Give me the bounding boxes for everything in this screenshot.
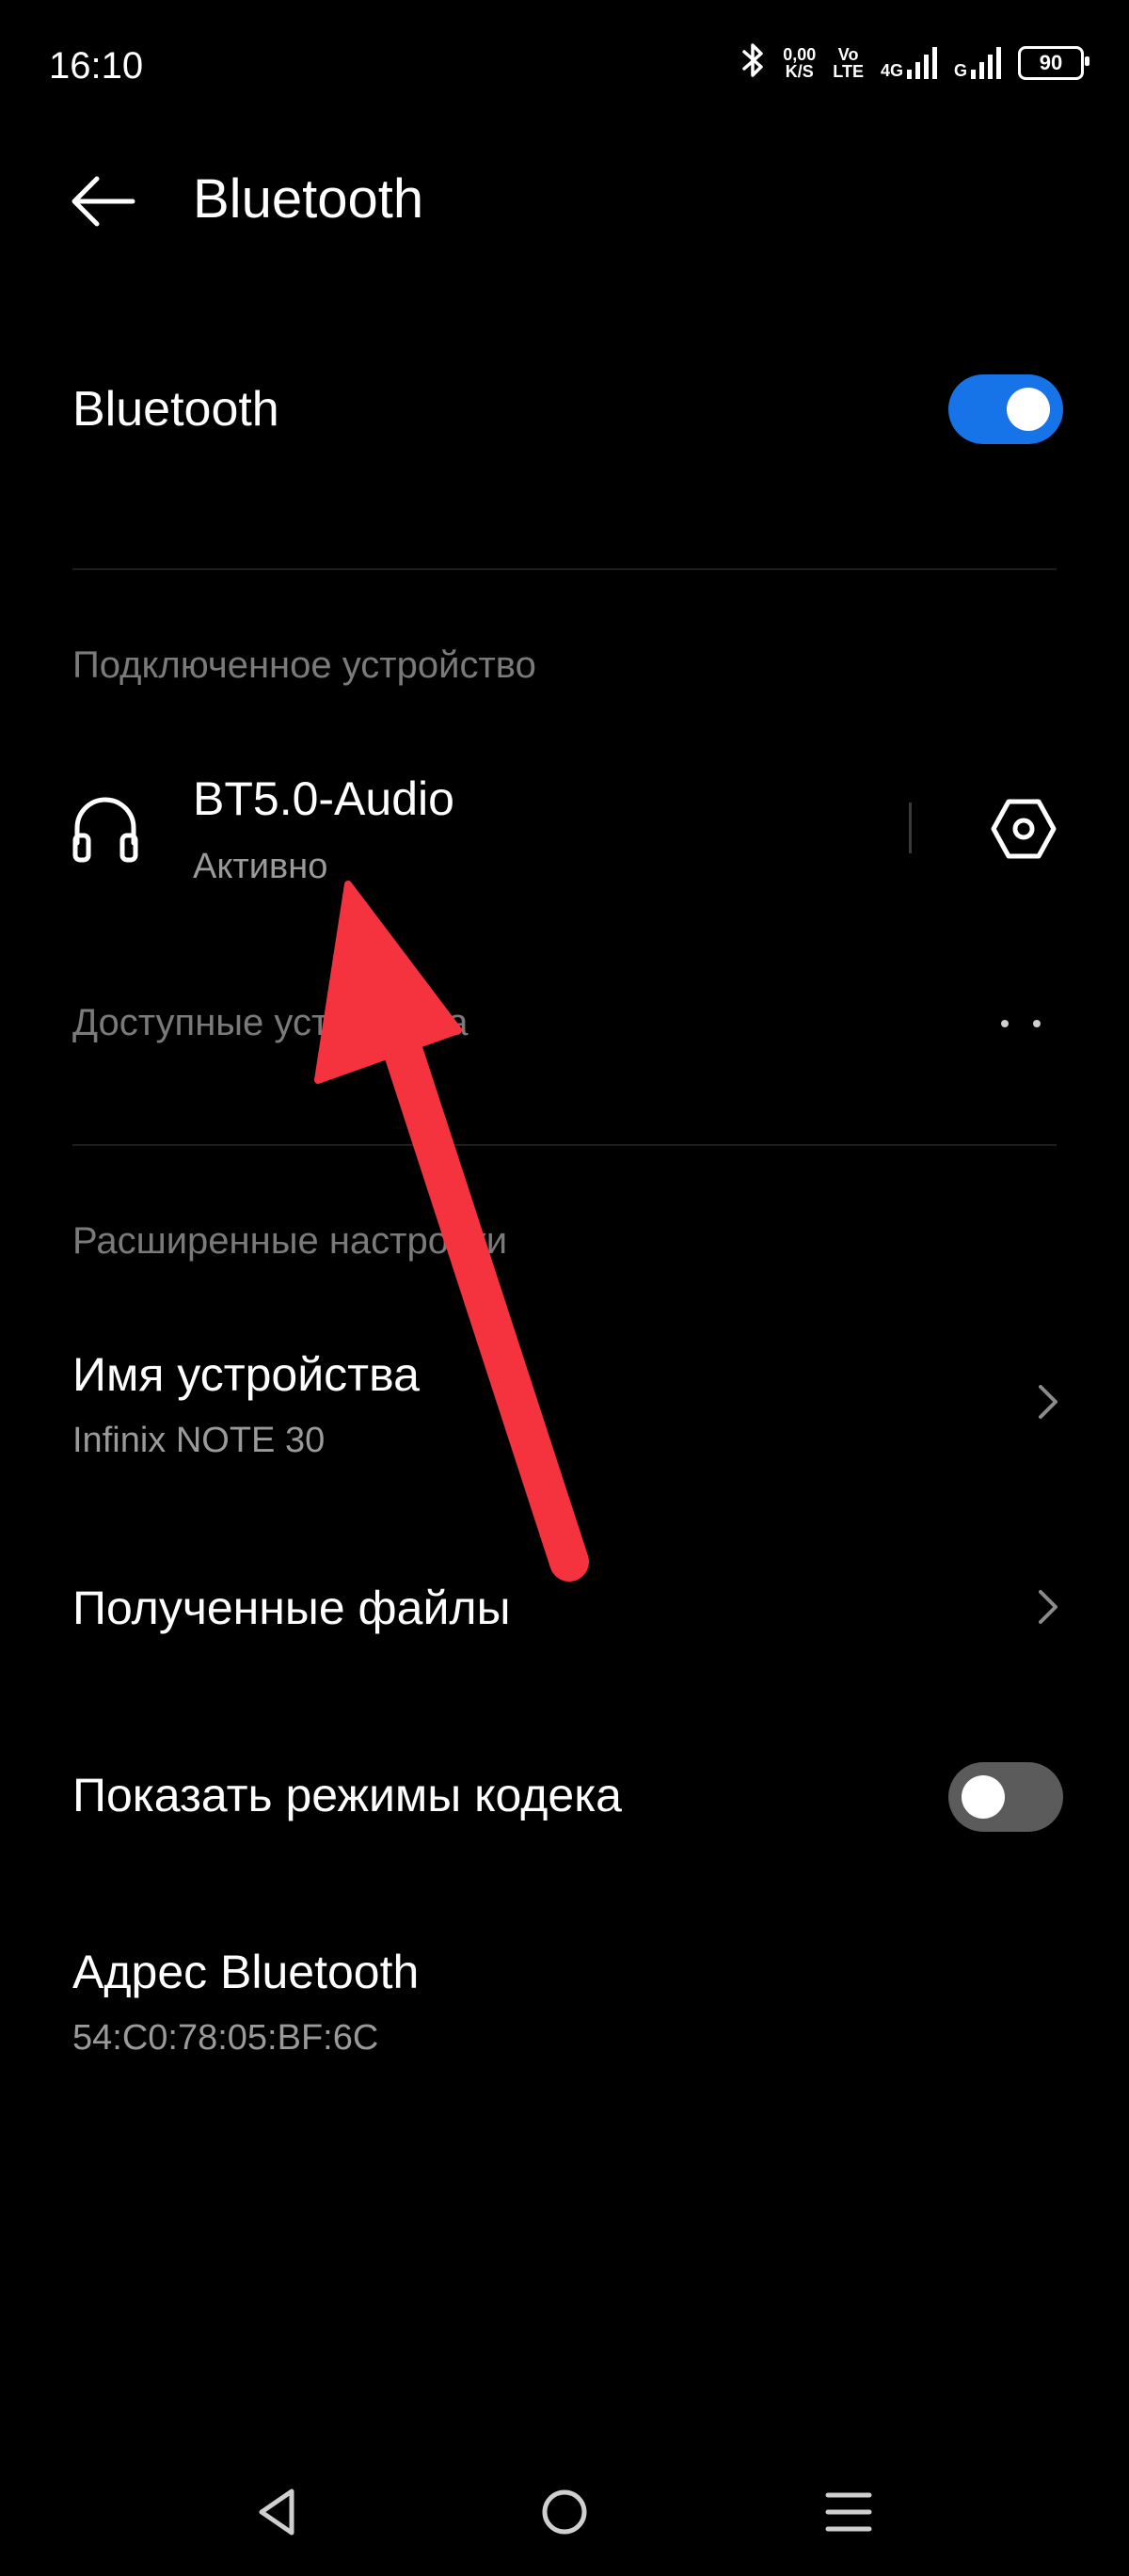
connected-section-label: Подключенное устройство	[72, 644, 536, 686]
connected-device-name: BT5.0-Audio	[193, 772, 454, 825]
net-speed: 0,00 K/S	[783, 46, 816, 80]
nav-home-button[interactable]	[522, 2470, 607, 2554]
available-section-label: Доступные устройства	[72, 1002, 469, 1043]
divider	[72, 568, 1057, 570]
triangle-back-icon	[259, 2489, 294, 2536]
codec-modes-row[interactable]: Показать режимы кодека	[0, 1745, 1129, 1849]
signal-bars-icon	[971, 46, 1001, 79]
vertical-divider	[909, 803, 912, 853]
volte-indicator: Vo LTE	[833, 46, 864, 80]
codec-modes-toggle[interactable]	[948, 1762, 1063, 1832]
bluetooth-status-icon	[741, 41, 766, 84]
battery-icon: 90	[1018, 45, 1089, 80]
circle-home-icon	[542, 2489, 587, 2535]
net-speed-value: 0,00	[783, 44, 817, 64]
page-title: Bluetooth	[193, 168, 424, 230]
network-type-g: G	[953, 60, 967, 80]
codec-modes-label: Показать режимы кодека	[72, 1769, 622, 1821]
nav-recents-button[interactable]	[806, 2470, 891, 2554]
signal-1: 4G	[880, 46, 937, 80]
divider	[72, 1144, 1057, 1146]
scanning-dots-icon	[994, 1012, 1050, 1035]
net-speed-unit: K/S	[785, 61, 814, 81]
headphones-icon	[68, 790, 143, 866]
volte-top: Vo	[837, 44, 859, 64]
status-icons: 0,00 K/S Vo LTE 4G G 90	[741, 41, 1089, 84]
chevron-right-icon	[1029, 1383, 1067, 1421]
signal-bars-icon	[906, 46, 937, 79]
volte-bottom: LTE	[833, 61, 864, 81]
bluetooth-toggle[interactable]	[948, 374, 1063, 444]
device-name-label: Имя устройства	[72, 1348, 420, 1401]
bt-address-value: 54:C0:78:05:BF:6C	[72, 2018, 379, 2058]
signal-2: G	[953, 46, 1001, 80]
device-name-row[interactable]: Имя устройства Infinix NOTE 30	[0, 1327, 1129, 1468]
toggle-knob	[1007, 388, 1050, 431]
advanced-section-label: Расширенные настройки	[72, 1220, 508, 1262]
nav-back-button[interactable]	[235, 2470, 320, 2554]
connected-device-item[interactable]: BT5.0-Audio Активно	[193, 770, 870, 901]
bt-address-row: Адрес Bluetooth 54:C0:78:05:BF:6C	[0, 1924, 1129, 2075]
menu-lines-icon	[825, 2492, 872, 2532]
network-type-4g: 4G	[880, 60, 903, 80]
bluetooth-toggle-label: Bluetooth	[72, 382, 279, 437]
chevron-right-icon	[1029, 1588, 1067, 1626]
bt-address-label: Адрес Bluetooth	[72, 1946, 420, 1998]
device-settings-button[interactable]	[988, 796, 1059, 862]
back-button[interactable]	[66, 165, 139, 238]
battery-level: 90	[1039, 50, 1063, 74]
received-files-row[interactable]: Полученные файлы	[0, 1557, 1129, 1661]
device-name-value: Infinix NOTE 30	[72, 1421, 326, 1460]
toggle-knob	[962, 1775, 1005, 1819]
received-files-label: Полученные файлы	[72, 1582, 511, 1634]
status-time: 16:10	[49, 45, 144, 87]
settings-hexagon-icon	[991, 799, 1057, 859]
connected-device-status: Активно	[193, 847, 328, 886]
back-arrow-icon	[72, 176, 135, 227]
